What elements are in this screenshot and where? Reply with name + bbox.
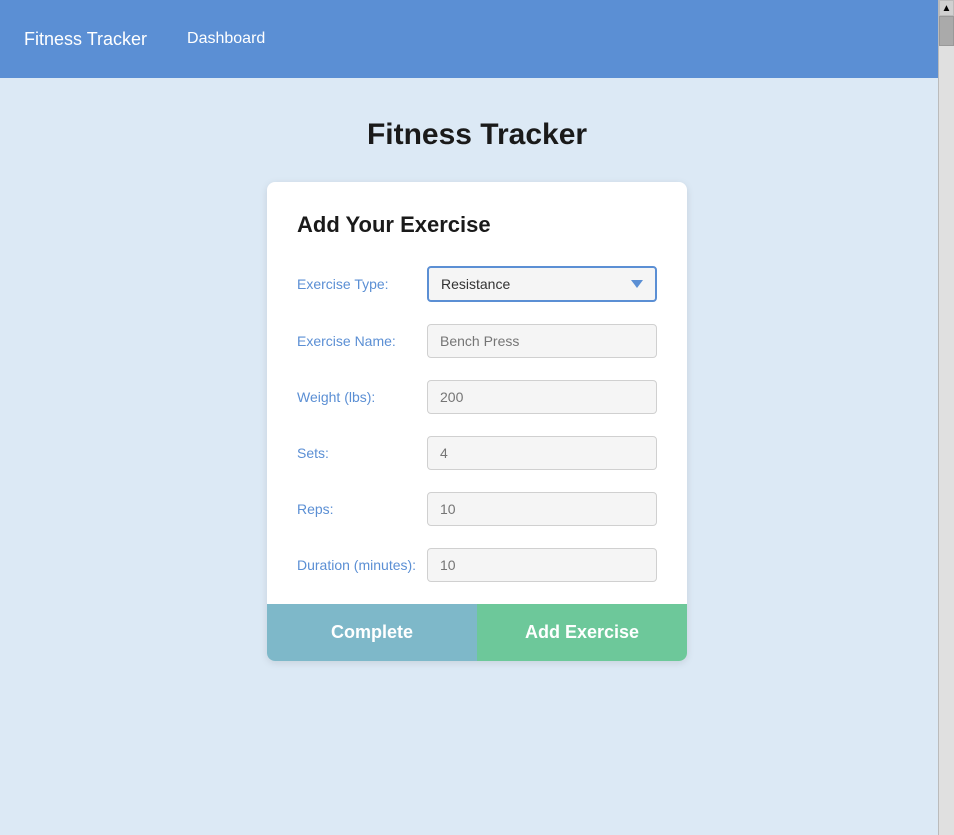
exercise-name-input[interactable]	[427, 324, 657, 358]
duration-input[interactable]	[427, 548, 657, 582]
sets-input[interactable]	[427, 436, 657, 470]
duration-group: Duration (minutes):	[297, 548, 657, 582]
add-exercise-button[interactable]: Add Exercise	[477, 604, 687, 661]
exercise-type-label: Exercise Type:	[297, 276, 427, 292]
page-title: Fitness Tracker	[367, 118, 587, 152]
reps-label: Reps:	[297, 501, 427, 517]
form-card: Add Your Exercise Exercise Type: Cardio …	[267, 182, 687, 661]
scrollbar: ▲	[938, 0, 954, 835]
sets-label: Sets:	[297, 445, 427, 461]
scrollbar-thumb[interactable]	[939, 16, 954, 46]
sets-group: Sets:	[297, 436, 657, 470]
weight-group: Weight (lbs):	[297, 380, 657, 414]
exercise-type-select[interactable]: Cardio Resistance Flexibility Balance	[427, 266, 657, 302]
main-content: Fitness Tracker Add Your Exercise Exerci…	[0, 78, 954, 701]
exercise-name-label: Exercise Name:	[297, 333, 427, 349]
reps-group: Reps:	[297, 492, 657, 526]
navbar-dashboard-link[interactable]: Dashboard	[187, 30, 265, 48]
complete-button[interactable]: Complete	[267, 604, 477, 661]
duration-label: Duration (minutes):	[297, 557, 427, 573]
button-row: Complete Add Exercise	[267, 604, 687, 661]
weight-label: Weight (lbs):	[297, 389, 427, 405]
form-title: Add Your Exercise	[297, 212, 657, 238]
weight-input[interactable]	[427, 380, 657, 414]
exercise-name-group: Exercise Name:	[297, 324, 657, 358]
navbar-brand[interactable]: Fitness Tracker	[24, 29, 147, 50]
scrollbar-up-arrow[interactable]: ▲	[939, 0, 954, 16]
exercise-type-group: Exercise Type: Cardio Resistance Flexibi…	[297, 266, 657, 302]
navbar: Fitness Tracker Dashboard	[0, 0, 954, 78]
reps-input[interactable]	[427, 492, 657, 526]
